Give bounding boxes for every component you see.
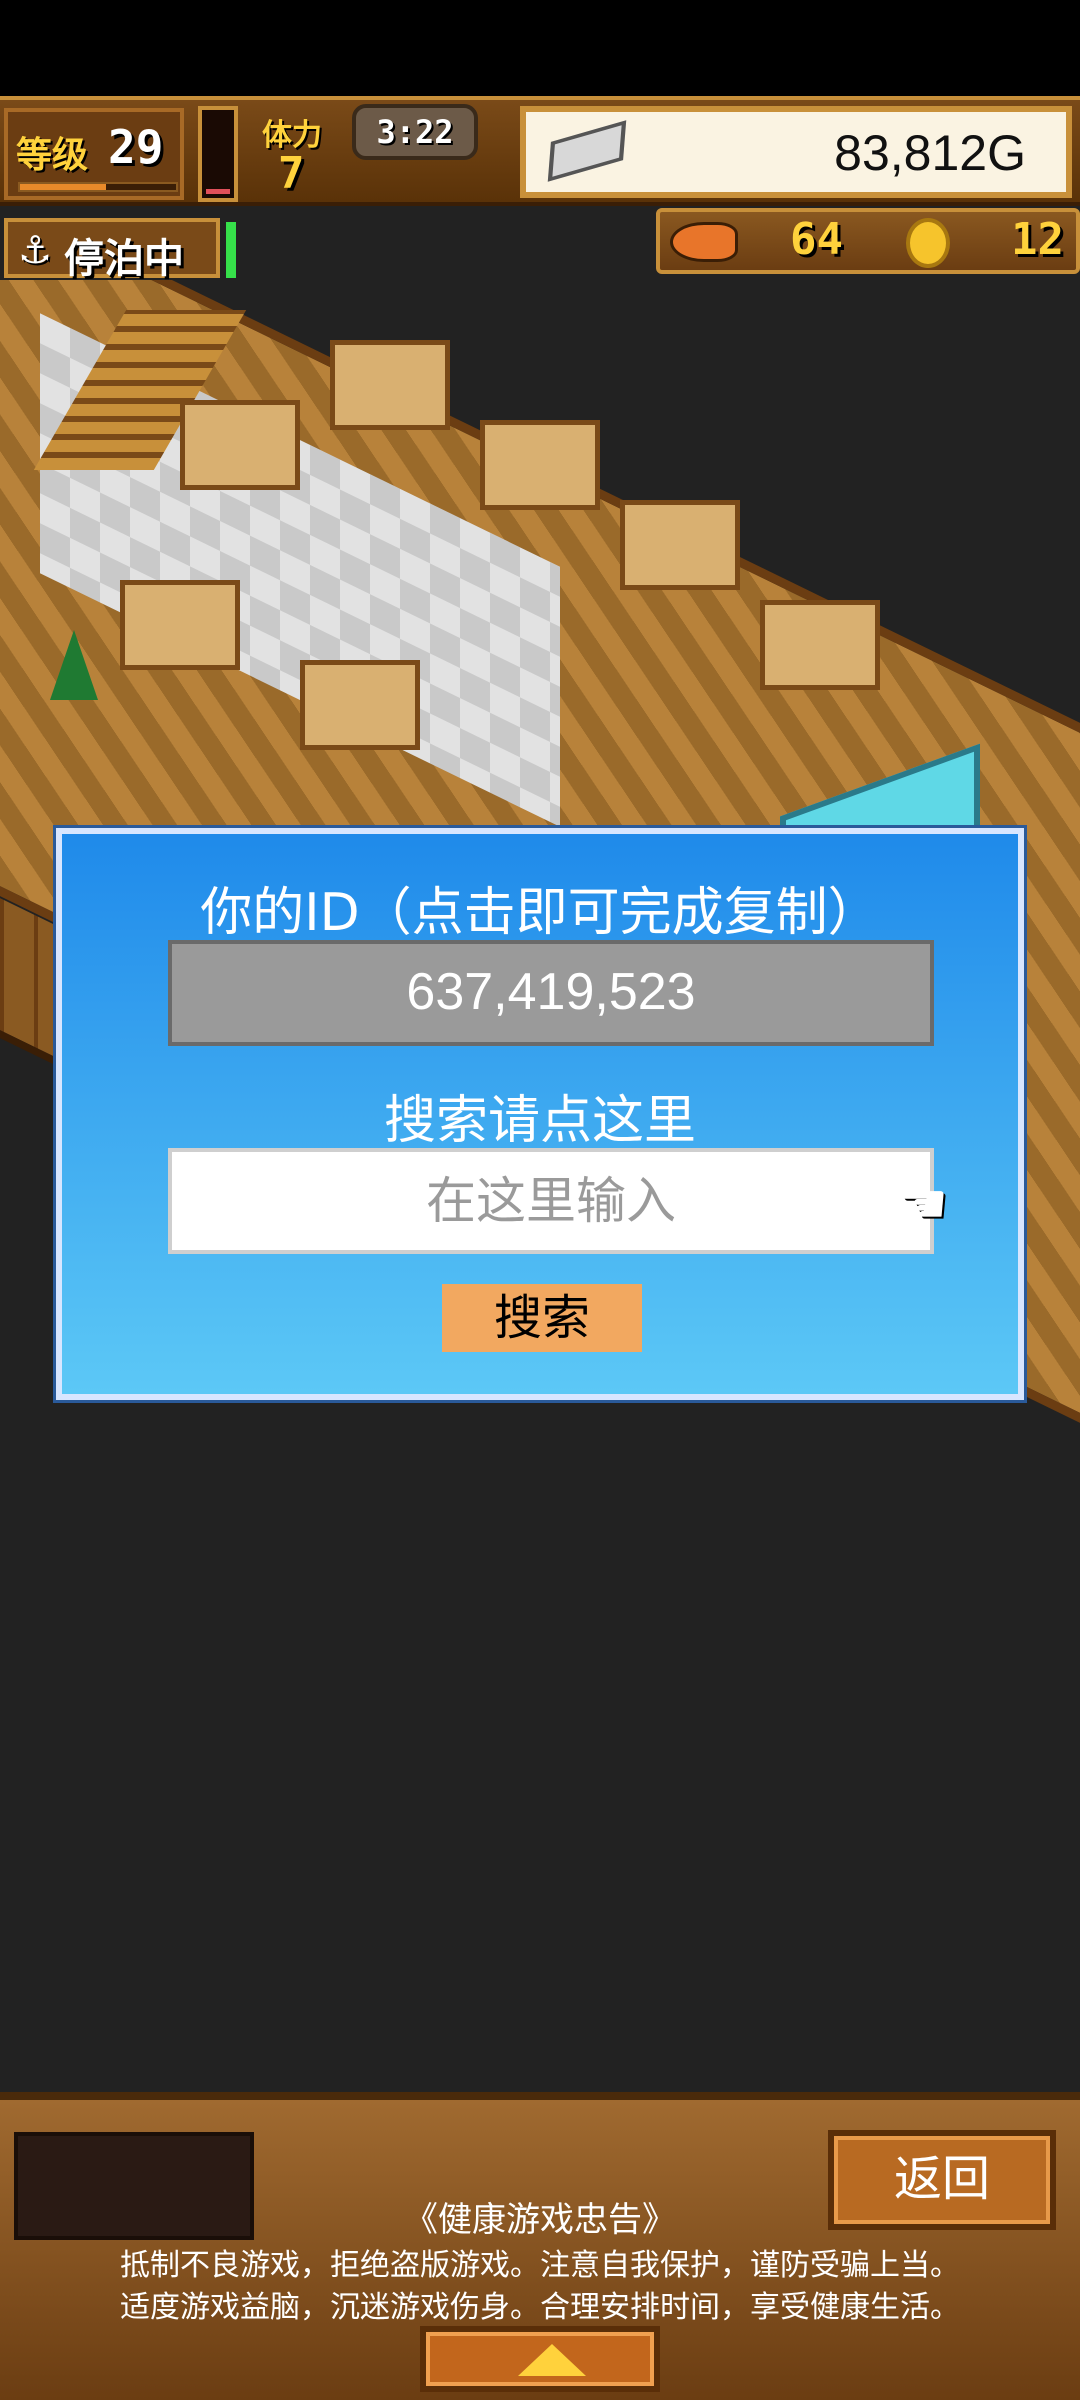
experience-bar-fill xyxy=(20,184,106,190)
search-hint: 搜索请点这里 xyxy=(383,1091,696,1151)
level-display: 等级 29 xyxy=(4,108,184,200)
health-notice-line: 抵制不良游戏，拒绝盗版游戏。注意自我保护，谨防受骗上当。 xyxy=(120,2248,960,2283)
stamina-value: 7 xyxy=(278,148,305,199)
silver-ingot-icon xyxy=(547,120,627,182)
coin-icon xyxy=(906,218,950,268)
experience-bar xyxy=(18,182,178,192)
level-value: 29 xyxy=(108,120,164,174)
cabin-room xyxy=(760,600,880,690)
stamina-gauge xyxy=(198,106,238,202)
docked-indicator xyxy=(226,222,236,278)
gold-display[interactable]: 83,812G xyxy=(520,106,1072,198)
cabin-room xyxy=(480,420,600,510)
top-hud: 等级 29 体力 7 3:22 83,812G xyxy=(0,96,1080,206)
expand-button[interactable] xyxy=(420,2326,660,2392)
shop-room xyxy=(180,400,300,490)
tree-decoration xyxy=(50,630,98,700)
search-button[interactable]: 搜索 xyxy=(442,1284,642,1352)
level-label: 等级 xyxy=(16,135,89,176)
stamina-timer: 3:22 xyxy=(352,104,478,160)
coin-count: 12 xyxy=(1011,214,1064,265)
docked-label: 停泊中 xyxy=(64,236,184,282)
fish-count: 64 xyxy=(790,214,843,265)
stamina-gauge-fill xyxy=(206,188,230,194)
bottom-panel: 返回 《健康游戏忠告》 抵制不良游戏，拒绝盗版游戏。注意自我保护，谨防受骗上当。… xyxy=(0,2092,1080,2400)
cabin-room xyxy=(120,580,240,670)
gold-value: 83,812G xyxy=(834,125,1026,181)
stamina-display: 体力 7 xyxy=(248,106,358,202)
player-id-copy-box[interactable]: 637,419,523 xyxy=(168,940,934,1046)
cabin-room xyxy=(620,500,740,590)
dialog-title: 你的ID（点击即可完成复制） xyxy=(200,883,880,943)
id-search-dialog: 你的ID（点击即可完成复制） 637,419,523 搜索请点这里 ☚ 搜索 xyxy=(56,828,1024,1400)
health-notice-line: 适度游戏益脑，沉迷游戏伤身。合理安排时间，享受健康生活。 xyxy=(120,2290,960,2325)
fish-icon xyxy=(670,222,738,262)
pointing-hand-icon: ☚ xyxy=(898,1172,949,1237)
resource-bar: 64 12 xyxy=(656,208,1080,274)
cabin-room xyxy=(300,660,420,750)
docked-status-badge[interactable]: ⚓ 停泊中 xyxy=(4,218,220,282)
status-bar xyxy=(0,0,1080,96)
cabin-room xyxy=(330,340,450,430)
anchor-icon: ⚓ xyxy=(18,228,53,272)
search-input[interactable] xyxy=(168,1148,934,1254)
health-notice-title: 《健康游戏忠告》 xyxy=(404,2200,676,2240)
triangle-up-icon xyxy=(518,2344,586,2376)
